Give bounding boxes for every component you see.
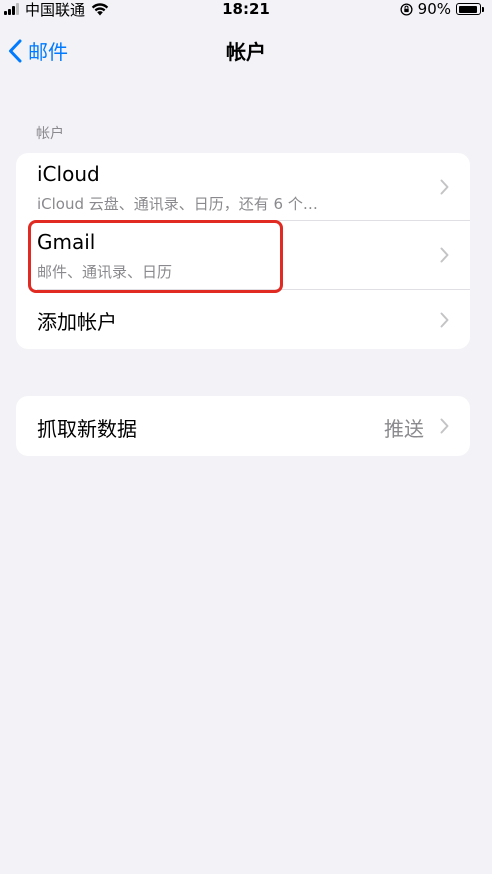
add-account-label: 添加帐户 (37, 310, 117, 334)
battery-fill (458, 5, 477, 13)
status-right: 90% (400, 0, 484, 18)
status-bar: 中国联通 18:21 90% (0, 0, 492, 20)
account-title: iCloud (37, 162, 100, 186)
chevron-right-icon (440, 247, 449, 263)
fetch-new-data-value: 推送 (384, 417, 424, 441)
section-header-accounts: 帐户 (36, 126, 64, 142)
navigation-bar: 邮件 帐户 (0, 28, 492, 72)
account-subtitle: iCloud 云盘、通讯录、日历，还有 6 个… (37, 195, 318, 213)
account-title: Gmail (37, 230, 96, 254)
battery-percent: 90% (417, 0, 451, 18)
fetch-settings-list: 抓取新数据 推送 (16, 396, 470, 456)
account-row-icloud[interactable]: iCloud iCloud 云盘、通讯录、日历，还有 6 个… (16, 153, 470, 221)
chevron-right-icon (440, 179, 449, 195)
accounts-list: iCloud iCloud 云盘、通讯录、日历，还有 6 个… Gmail 邮件… (16, 153, 470, 349)
chevron-right-icon (440, 418, 449, 434)
battery-icon (456, 3, 484, 15)
add-account-row[interactable]: 添加帐户 (16, 290, 470, 349)
page-title: 帐户 (226, 40, 266, 64)
fetch-new-data-row[interactable]: 抓取新数据 推送 (16, 396, 470, 456)
account-row-gmail[interactable]: Gmail 邮件、通讯录、日历 (16, 221, 470, 289)
orientation-lock-icon (400, 2, 413, 16)
chevron-right-icon (440, 312, 449, 328)
fetch-new-data-label: 抓取新数据 (37, 417, 137, 441)
account-subtitle: 邮件、通讯录、日历 (37, 263, 173, 281)
